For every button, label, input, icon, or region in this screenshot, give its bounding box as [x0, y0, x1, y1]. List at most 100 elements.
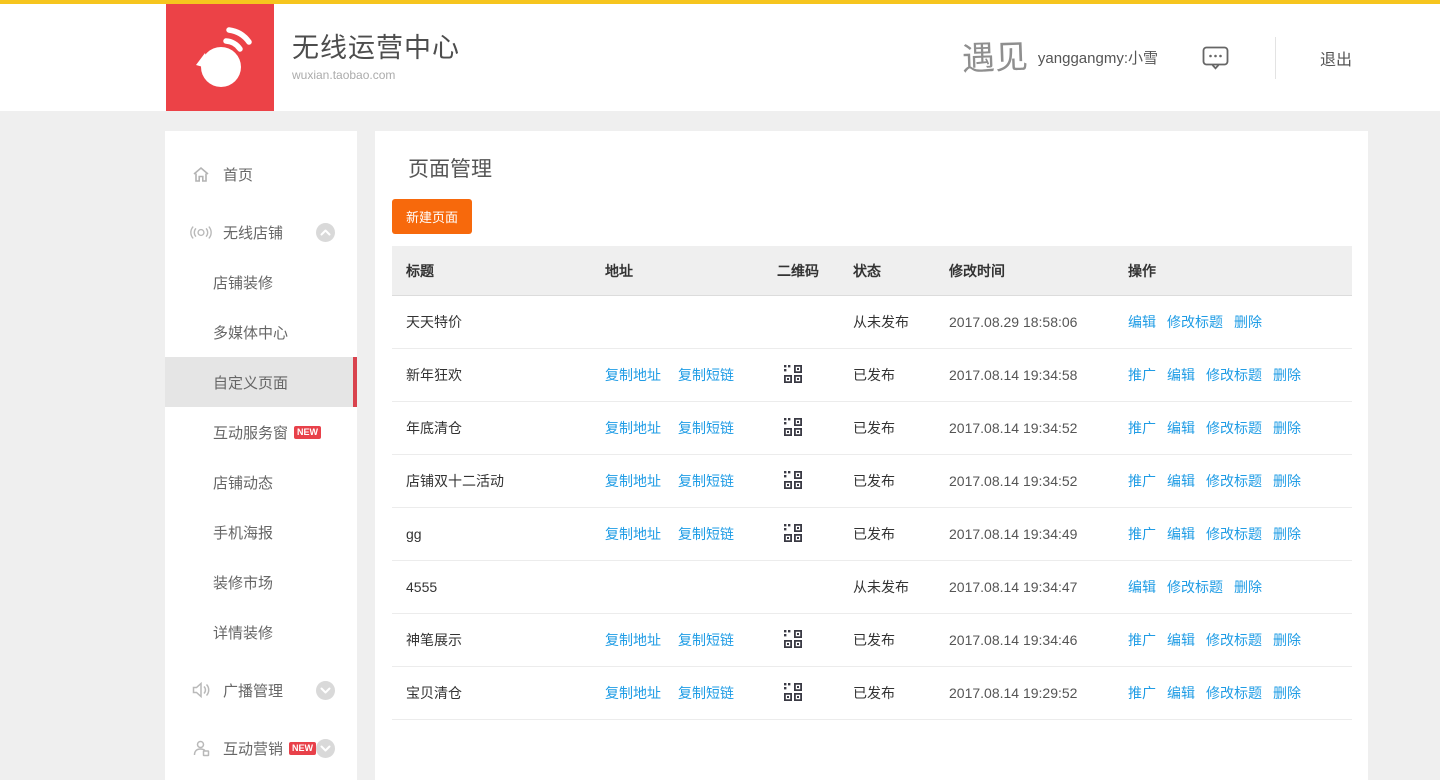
action-link[interactable]: 编辑: [1167, 630, 1195, 650]
new-badge: NEW: [289, 742, 316, 755]
person-icon: [190, 740, 212, 757]
copy-shortlink-link[interactable]: 复制短链: [678, 418, 734, 438]
sidebar-item-interactive-marketing[interactable]: 互动营销 NEW: [165, 723, 357, 773]
speech-bubble-wifi-icon: [188, 23, 252, 93]
sidebar-item-label: 店铺动态: [213, 472, 273, 493]
row-modified-time: 2017.08.29 18:58:06: [949, 314, 1128, 330]
sidebar-item-label: 多媒体中心: [213, 322, 288, 343]
qrcode-icon[interactable]: [783, 629, 803, 649]
action-link[interactable]: 修改标题: [1206, 418, 1262, 438]
row-modified-time: 2017.08.14 19:34:46: [949, 632, 1128, 648]
row-address: 复制地址 复制短链: [605, 630, 777, 650]
sidebar-item-detail-decorate[interactable]: 详情装修: [165, 607, 357, 657]
action-link[interactable]: 删除: [1273, 683, 1301, 703]
sidebar-item-shop-feed[interactable]: 店铺动态: [165, 457, 357, 507]
copy-address-link[interactable]: 复制地址: [605, 683, 661, 703]
action-link[interactable]: 推广: [1128, 365, 1156, 385]
action-link[interactable]: 编辑: [1128, 312, 1156, 332]
copy-shortlink-link[interactable]: 复制短链: [678, 365, 734, 385]
copy-shortlink-link[interactable]: 复制短链: [678, 683, 734, 703]
action-link[interactable]: 推广: [1128, 524, 1156, 544]
action-link[interactable]: 删除: [1273, 471, 1301, 491]
action-link[interactable]: 删除: [1234, 312, 1262, 332]
action-link[interactable]: 删除: [1273, 365, 1301, 385]
copy-address-link[interactable]: 复制地址: [605, 418, 661, 438]
page-title: 页面管理: [408, 153, 1351, 183]
sidebar-item-label: 广播管理: [223, 680, 283, 701]
copy-address-link[interactable]: 复制地址: [605, 630, 661, 650]
action-link[interactable]: 推广: [1128, 630, 1156, 650]
copy-address-link[interactable]: 复制地址: [605, 365, 661, 385]
row-title: 年底清仓: [392, 418, 605, 438]
row-actions: 推广编辑修改标题删除: [1128, 418, 1352, 438]
app-title: 无线运营中心: [292, 26, 460, 65]
sidebar-item-home[interactable]: 首页: [165, 149, 357, 199]
copy-shortlink-link[interactable]: 复制短链: [678, 630, 734, 650]
chevron-down-icon[interactable]: [316, 739, 335, 758]
qrcode-icon[interactable]: [783, 682, 803, 702]
qrcode-icon[interactable]: [783, 364, 803, 384]
table-row: 宝贝清仓 复制地址 复制短链 已发布 2017.08.14 19:29:52 推…: [392, 667, 1352, 720]
row-qrcode-cell: [777, 470, 853, 493]
sidebar-item-wireless-shop[interactable]: 无线店铺: [165, 207, 357, 257]
sidebar-item-media-center[interactable]: 多媒体中心: [165, 307, 357, 357]
action-link[interactable]: 修改标题: [1206, 630, 1262, 650]
action-link[interactable]: 编辑: [1167, 471, 1195, 491]
action-link[interactable]: 编辑: [1167, 683, 1195, 703]
action-link[interactable]: 修改标题: [1206, 471, 1262, 491]
sidebar-item-mobile-poster[interactable]: 手机海报: [165, 507, 357, 557]
action-link[interactable]: 删除: [1234, 577, 1262, 597]
new-badge: NEW: [294, 426, 321, 439]
sidebar-item-custom-pages[interactable]: 自定义页面: [165, 357, 357, 407]
action-link[interactable]: 编辑: [1167, 365, 1195, 385]
header: 无线运营中心 wuxian.taobao.com 遇见 yanggangmy:小…: [0, 4, 1440, 111]
action-link[interactable]: 修改标题: [1206, 524, 1262, 544]
pages-table: 标题地址二维码状态修改时间操作 天天特价 从未发布 2017.08.29 18:…: [392, 246, 1352, 720]
sidebar-item-broadcast-manage[interactable]: 广播管理: [165, 665, 357, 715]
qrcode-icon[interactable]: [783, 523, 803, 543]
action-link[interactable]: 修改标题: [1167, 577, 1223, 597]
row-title: gg: [392, 526, 605, 542]
row-address: 复制地址 复制短链: [605, 524, 777, 544]
row-title: 宝贝清仓: [392, 683, 605, 703]
copy-shortlink-link[interactable]: 复制短链: [678, 524, 734, 544]
header-divider: [1275, 37, 1276, 79]
chevron-down-icon[interactable]: [316, 681, 335, 700]
broadcast-icon: [190, 225, 212, 240]
sidebar-item-shop-decorate[interactable]: 店铺装修: [165, 257, 357, 307]
action-link[interactable]: 编辑: [1167, 418, 1195, 438]
action-link[interactable]: 删除: [1273, 630, 1301, 650]
row-title: 神笔展示: [392, 630, 605, 650]
action-link[interactable]: 编辑: [1167, 524, 1195, 544]
table-header-row: 标题地址二维码状态修改时间操作: [392, 246, 1352, 296]
action-link[interactable]: 删除: [1273, 524, 1301, 544]
copy-address-link[interactable]: 复制地址: [605, 524, 661, 544]
copy-shortlink-link[interactable]: 复制短链: [678, 471, 734, 491]
action-link[interactable]: 修改标题: [1167, 312, 1223, 332]
action-link[interactable]: 推广: [1128, 471, 1156, 491]
action-link[interactable]: 编辑: [1128, 577, 1156, 597]
row-actions: 推广编辑修改标题删除: [1128, 365, 1352, 385]
copy-address-link[interactable]: 复制地址: [605, 471, 661, 491]
column-header-0: 标题: [392, 261, 605, 281]
new-page-button[interactable]: 新建页面: [392, 199, 472, 234]
chevron-up-icon[interactable]: [316, 223, 335, 242]
action-link[interactable]: 修改标题: [1206, 683, 1262, 703]
row-address: 复制地址 复制短链: [605, 365, 777, 385]
table-row: 4555 从未发布 2017.08.14 19:34:47 编辑修改标题删除: [392, 561, 1352, 614]
app-logo: [166, 4, 274, 111]
row-actions: 推广编辑修改标题删除: [1128, 471, 1352, 491]
qrcode-icon[interactable]: [783, 417, 803, 437]
messages-icon[interactable]: [1202, 46, 1229, 70]
action-link[interactable]: 推广: [1128, 683, 1156, 703]
logout-button[interactable]: 退出: [1320, 46, 1352, 70]
qrcode-icon[interactable]: [783, 470, 803, 490]
action-link[interactable]: 修改标题: [1206, 365, 1262, 385]
sidebar-item-interactive-service-window[interactable]: 互动服务窗 NEW: [165, 407, 357, 457]
action-link[interactable]: 删除: [1273, 418, 1301, 438]
action-link[interactable]: 推广: [1128, 418, 1156, 438]
row-title: 天天特价: [392, 312, 605, 332]
sidebar-item-decorate-market[interactable]: 装修市场: [165, 557, 357, 607]
sidebar-item-label: 无线店铺: [223, 222, 283, 243]
row-modified-time: 2017.08.14 19:34:58: [949, 367, 1128, 383]
